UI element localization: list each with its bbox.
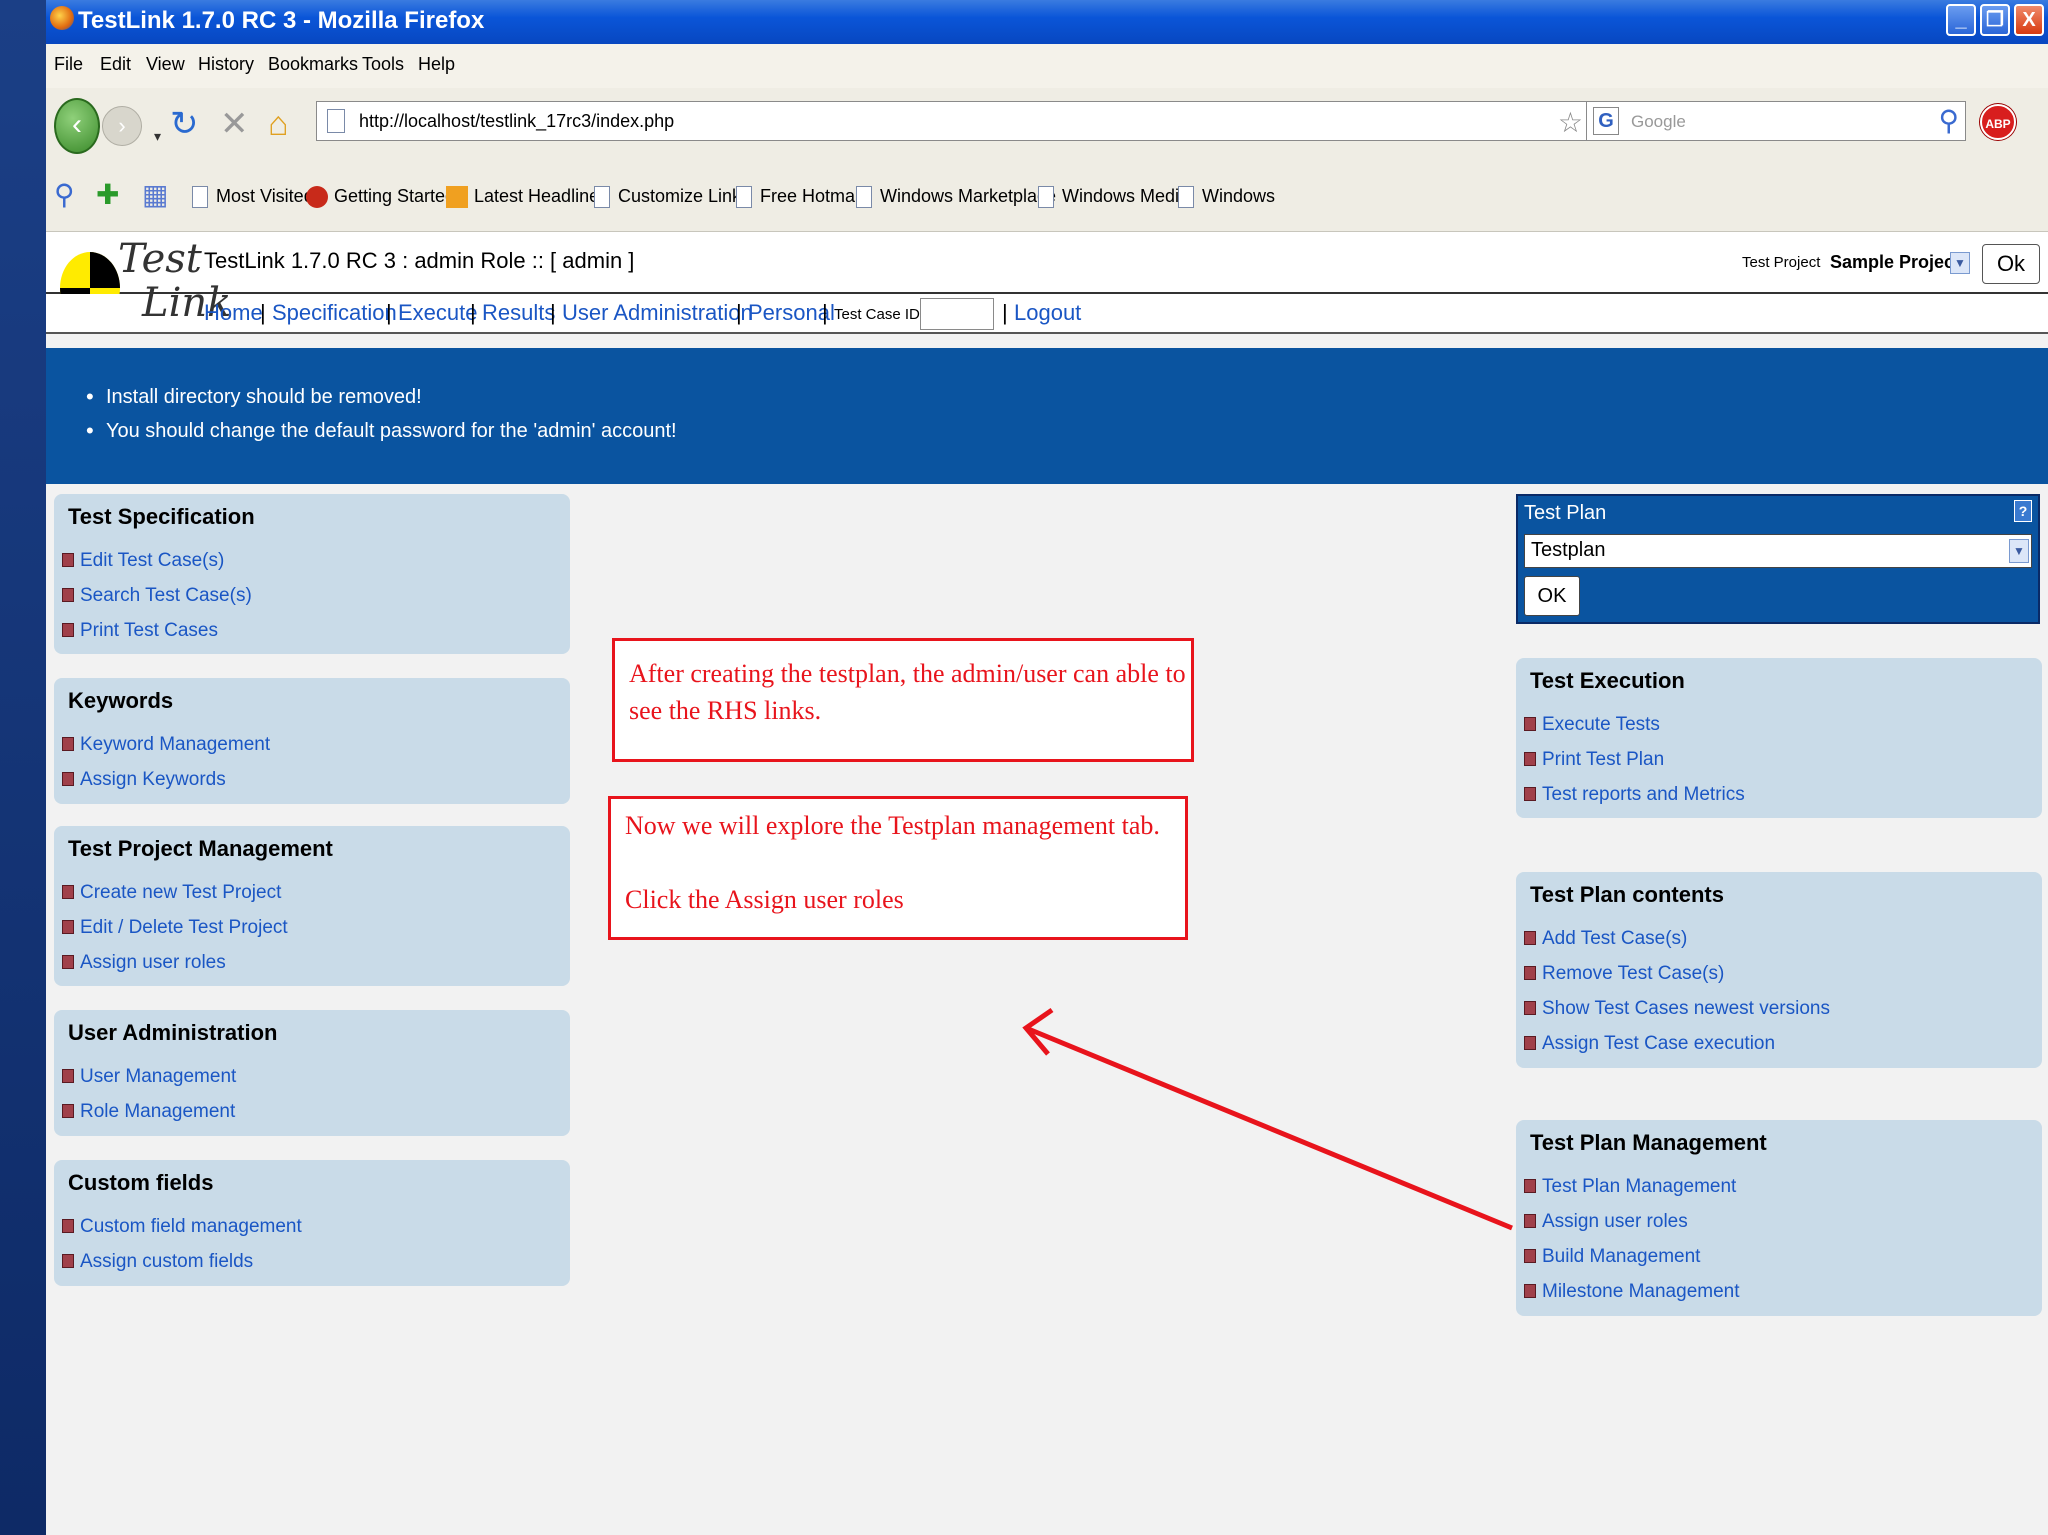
bookmarks-toolbar: ⚲ ✚ ▦ Most Visited Getting Started Lates… (46, 164, 2048, 232)
bookmark-label: Windows (1202, 186, 1276, 206)
menu-view[interactable]: View (146, 54, 185, 75)
back-button[interactable]: ‹ (54, 98, 100, 154)
search-placeholder: Google (1631, 112, 1686, 131)
forward-button[interactable]: › (102, 106, 142, 146)
menu-history[interactable]: History (198, 54, 254, 75)
bookmark-label: Latest Headlines (474, 186, 609, 206)
page-icon (1038, 186, 1054, 209)
rss-icon (446, 186, 468, 209)
page-icon (192, 186, 208, 209)
calendar-icon[interactable]: ▦ (142, 178, 168, 211)
bookmark-label: Windows Marketplace (880, 186, 1057, 206)
testlink-page: Test TestLink 1.7.0 RC 3 : admin Role ::… (46, 232, 2048, 1535)
page-icon (594, 186, 610, 209)
google-icon[interactable]: G (1593, 107, 1619, 135)
zoom-icon[interactable]: ⚲ (54, 178, 75, 211)
history-dropdown-icon[interactable]: ▾ (154, 116, 161, 156)
bookmark-windows[interactable]: Windows (1178, 186, 1276, 209)
menu-file[interactable]: File (54, 54, 83, 75)
window-title: TestLink 1.7.0 RC 3 - Mozilla Firefox (78, 7, 485, 34)
menu-tools[interactable]: Tools (362, 54, 404, 75)
stop-icon[interactable]: ✕ (220, 104, 249, 144)
menu-edit[interactable]: Edit (100, 54, 131, 75)
bookmark-getting-started[interactable]: Getting Started (306, 186, 456, 209)
add-bookmark-icon[interactable]: ✚ (96, 178, 119, 211)
page-icon (736, 186, 752, 209)
menu-help[interactable]: Help (418, 54, 455, 75)
title-bar: TestLink 1.7.0 RC 3 - Mozilla Firefox _ … (46, 0, 2048, 44)
bookmark-latest-headlines[interactable]: Latest Headlines (446, 186, 609, 209)
navigation-toolbar: ‹ › ▾ ↻ ✕ ⌂ http://localhost/testlink_17… (46, 88, 2048, 164)
menu-bookmarks[interactable]: Bookmarks (268, 54, 358, 75)
bookmark-label: Free Hotmail (760, 186, 864, 206)
home-icon[interactable]: ⌂ (268, 104, 289, 144)
bookmark-most-visited[interactable]: Most Visited (192, 186, 314, 209)
page-icon (1178, 186, 1194, 209)
bookmark-windows-media[interactable]: Windows Media (1038, 186, 1190, 209)
bookmark-star-icon[interactable]: ☆ (1558, 106, 1583, 139)
page-icon (327, 109, 345, 133)
adblock-icon[interactable]: ABP (1980, 104, 2016, 140)
maximize-button[interactable]: ❐ (1980, 4, 2010, 36)
firefox-red-icon (306, 186, 328, 209)
bookmark-windows-marketplace[interactable]: Windows Marketplace (856, 186, 1057, 209)
firefox-window: TestLink 1.7.0 RC 3 - Mozilla Firefox _ … (46, 0, 2048, 1535)
url-text[interactable]: http://localhost/testlink_17rc3/index.ph… (359, 111, 674, 132)
page-icon (856, 186, 872, 209)
close-button[interactable]: X (2014, 4, 2044, 36)
bookmark-free-hotmail[interactable]: Free Hotmail (736, 186, 864, 209)
desktop-left-strip (0, 0, 46, 1535)
reload-icon[interactable]: ↻ (170, 104, 199, 144)
menu-bar: File Edit View History Bookmarks Tools H… (46, 44, 2048, 88)
bookmark-label: Customize Links (618, 186, 751, 206)
minimize-button[interactable]: _ (1946, 4, 1976, 36)
bookmark-label: Windows Media (1062, 186, 1190, 206)
bookmark-label: Most Visited (216, 186, 314, 206)
bookmark-customize-links[interactable]: Customize Links (594, 186, 751, 209)
firefox-icon (50, 6, 74, 30)
annotation-arrow (1022, 1007, 1513, 1231)
address-bar[interactable]: http://localhost/testlink_17rc3/index.ph… (316, 101, 1616, 141)
bookmark-label: Getting Started (334, 186, 456, 206)
search-bar[interactable]: G Google ⚲ (1586, 101, 1966, 141)
search-icon[interactable]: ⚲ (1938, 104, 1959, 137)
